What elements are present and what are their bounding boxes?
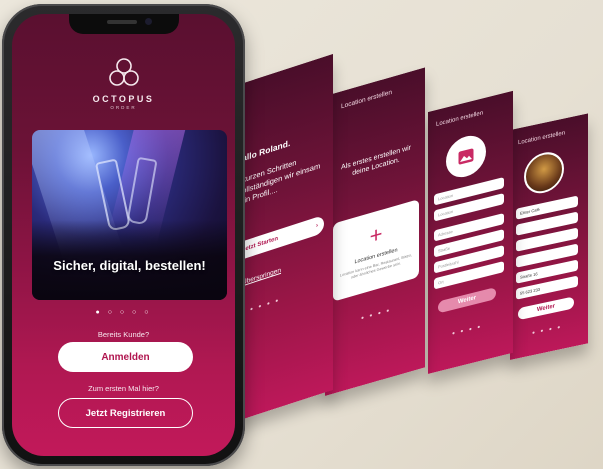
brand-name: OCTOPUS bbox=[92, 94, 155, 104]
location-form-screen: Location erstellen Location Location Adr… bbox=[428, 90, 513, 374]
image-icon bbox=[458, 148, 474, 165]
camera bbox=[144, 18, 152, 25]
chevron-right-icon: › bbox=[316, 222, 318, 230]
main-screen: OCTOPUS ORDER Sicher, digital, bestellen… bbox=[12, 14, 235, 456]
plus-icon: + bbox=[369, 220, 383, 250]
brand-subtitle: ORDER bbox=[110, 105, 137, 110]
phone-frame: OCTOPUS ORDER Sicher, digital, bestellen… bbox=[2, 4, 245, 466]
register-button[interactable]: Jetzt Registrieren bbox=[58, 398, 193, 428]
octopus-logo-icon bbox=[108, 58, 139, 86]
hero-image: Sicher, digital, bestellen! bbox=[32, 130, 227, 300]
hero-caption: Sicher, digital, bestellen! bbox=[53, 258, 206, 273]
location-intro-screen: Location erstellen Als erstes erstellen … bbox=[325, 67, 425, 396]
login-button[interactable]: Anmelden bbox=[58, 342, 193, 372]
existing-customer-label: Bereits Kunde? bbox=[97, 330, 150, 339]
pager-dots[interactable]: ● ○ ○ ○ ○ bbox=[12, 309, 235, 316]
speaker bbox=[106, 20, 137, 24]
first-time-label: Zum ersten Mal hier? bbox=[88, 384, 159, 393]
notch bbox=[68, 14, 179, 34]
location-filled-screen: Location erstellen Elster Café Straße 16… bbox=[510, 113, 588, 360]
